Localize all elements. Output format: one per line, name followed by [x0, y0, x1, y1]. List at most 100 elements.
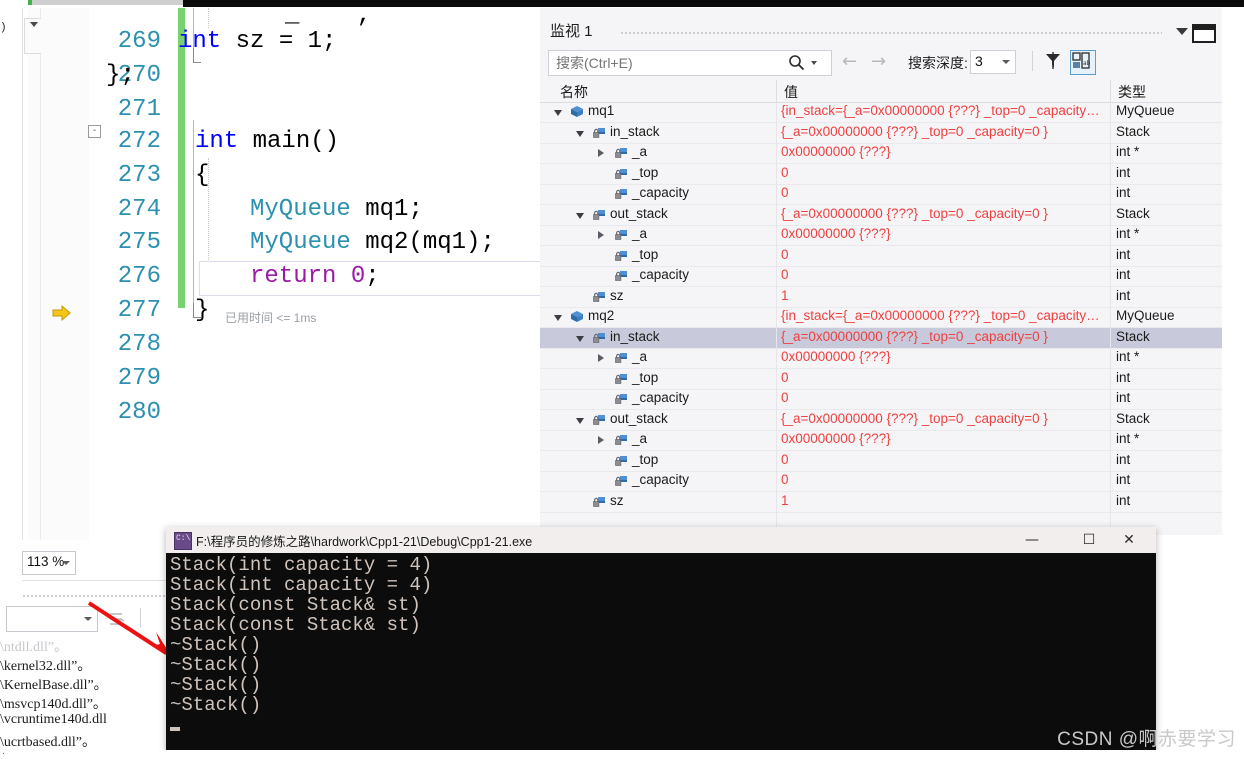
watch-row[interactable]: _capacity 0 int — [540, 266, 1222, 287]
watch-row-value[interactable]: 0 — [781, 165, 1111, 180]
nav-back-icon[interactable]: ← — [842, 51, 857, 72]
column-header-value[interactable]: 值 — [784, 82, 798, 102]
watch-row-value[interactable]: 0 — [781, 185, 1111, 200]
watch-row-value[interactable]: 0 — [781, 370, 1111, 385]
expand-collapse-open-icon[interactable] — [576, 417, 584, 424]
watch-row-name[interactable]: _top — [632, 165, 658, 180]
column-divider[interactable] — [1110, 80, 1111, 102]
watch-row-name[interactable]: _top — [632, 370, 658, 385]
expand-collapse-open-icon[interactable] — [576, 212, 584, 219]
expand-collapse-closed-icon[interactable] — [598, 231, 604, 239]
watch-row-value[interactable]: {_a=0x00000000 {???} _top=0 _capacity=0 … — [781, 329, 1111, 344]
watch-row[interactable]: sz 1 int — [540, 492, 1222, 513]
watch-row[interactable]: out_stack {_a=0x00000000 {???} _top=0 _ca… — [540, 205, 1222, 226]
watch-row-value[interactable]: {_a=0x00000000 {???} _top=0 _capacity=0 … — [781, 206, 1111, 221]
column-divider[interactable] — [776, 80, 777, 102]
watch-row-name[interactable]: _capacity — [632, 185, 689, 200]
watch-row[interactable]: _capacity 0 int — [540, 389, 1222, 410]
zoom-level-selector[interactable]: 113 % — [22, 551, 76, 575]
watch-grid-header[interactable]: 名称 值 类型 — [540, 80, 1222, 103]
watch-row-name[interactable]: mq1 — [588, 103, 614, 118]
watch-row[interactable]: in_stack {_a=0x00000000 {???} _top=0 _cap… — [540, 123, 1222, 144]
watch-row[interactable]: _capacity 0 int — [540, 184, 1222, 205]
expand-collapse-closed-icon[interactable] — [598, 354, 604, 362]
watch-row-value[interactable]: 1 — [781, 288, 1111, 303]
watch-row[interactable]: _top 0 int — [540, 164, 1222, 185]
watch-row-value[interactable]: 0 — [781, 267, 1111, 282]
watch-row-name[interactable]: _top — [632, 452, 658, 467]
filter-pin-button[interactable] — [1042, 50, 1066, 73]
watch-row[interactable]: _a 0x00000000 {???} int * — [540, 430, 1222, 451]
watch-row-name[interactable]: out_stack — [610, 206, 668, 221]
search-icon[interactable] — [788, 54, 805, 76]
console-window[interactable]: C:\ F:\程序员的修炼之路\hardwork\Cpp1-21\Debug\C… — [166, 527, 1156, 752]
console-output[interactable]: Stack(int capacity = 4) Stack(int capacit… — [166, 553, 1156, 752]
watch-row-name[interactable]: _a — [632, 349, 647, 364]
expand-collapse-open-icon[interactable] — [554, 110, 562, 116]
watch-header-dropdown-icon[interactable] — [1176, 28, 1188, 35]
watch-row[interactable]: _a 0x00000000 {???} int * — [540, 348, 1222, 369]
watch-row-value[interactable]: 0 — [781, 472, 1111, 487]
watch-row-value[interactable]: {in_stack={_a=0x00000000 {???} _top=0 _c… — [781, 308, 1111, 323]
watch-rows-container[interactable]: mq1 {in_stack={_a=0x00000000 {???} _top=0… — [540, 102, 1222, 535]
watch-row[interactable]: _a 0x00000000 {???} int * — [540, 225, 1222, 246]
watch-row-value[interactable]: 1 — [781, 493, 1111, 508]
watch-row-value[interactable]: {_a=0x00000000 {???} _top=0 _capacity=0 … — [781, 124, 1111, 139]
watch-row-value[interactable]: 0 — [781, 452, 1111, 467]
chevron-down-icon[interactable] — [1002, 60, 1010, 64]
watch-row[interactable]: _top 0 int — [540, 246, 1222, 267]
watch-row-name[interactable]: _a — [632, 226, 647, 241]
expand-collapse-closed-icon[interactable] — [598, 149, 604, 157]
watch-row-name[interactable]: _a — [632, 431, 647, 446]
editor-glyph-margin[interactable] — [41, 8, 90, 540]
expand-collapse-closed-icon[interactable] — [598, 436, 604, 444]
watch-row[interactable]: mq2 {in_stack={_a=0x00000000 {???} _top=0… — [540, 307, 1222, 328]
watch-row-value[interactable]: 0x00000000 {???} — [781, 144, 1111, 159]
watch-row-name[interactable]: mq2 — [588, 308, 614, 323]
expand-collapse-open-icon[interactable] — [576, 335, 584, 342]
watch-row-value[interactable]: 0x00000000 {???} — [781, 431, 1111, 446]
watch-row[interactable]: mq1 {in_stack={_a=0x00000000 {???} _top=0… — [540, 102, 1222, 123]
watch-row[interactable]: out_stack {_a=0x00000000 {???} _top=0 _ca… — [540, 410, 1222, 431]
watch-row[interactable]: in_stack {_a=0x00000000 {???} _top=0 _cap… — [540, 327, 1222, 349]
watch-row[interactable]: _capacity 0 int — [540, 471, 1222, 492]
expand-collapse-open-icon[interactable] — [576, 130, 584, 137]
watch-row[interactable]: sz 1 int — [540, 287, 1222, 308]
watch-row-name[interactable]: _capacity — [632, 390, 689, 405]
column-header-name[interactable]: 名称 — [560, 82, 588, 102]
column-header-type[interactable]: 类型 — [1118, 82, 1146, 102]
hex-display-toggle-button[interactable]: ab — [1070, 50, 1096, 75]
watch-panel[interactable]: 监视 1 ← → 搜索深度: 3 — [540, 8, 1222, 535]
code-editor[interactable]: ) - 269 270 271 272 273 274 275 276 277 … — [0, 2, 548, 540]
watch-row-name[interactable]: _capacity — [632, 472, 689, 487]
watch-row[interactable]: _top 0 int — [540, 451, 1222, 472]
console-title-bar[interactable]: C:\ F:\程序员的修炼之路\hardwork\Cpp1-21\Debug\C… — [166, 527, 1156, 553]
nav-forward-icon[interactable]: → — [871, 51, 886, 72]
watch-row-name[interactable]: _capacity — [632, 267, 689, 282]
watch-row-name[interactable]: in_stack — [610, 124, 660, 139]
watch-row-value[interactable]: {_a=0x00000000 {???} _top=0 _capacity=0 … — [781, 411, 1111, 426]
close-button[interactable]: ✕ — [1106, 527, 1152, 553]
watch-row-name[interactable]: sz — [610, 493, 624, 508]
watch-row[interactable]: _top 0 int — [540, 369, 1222, 390]
watch-row-name[interactable]: _top — [632, 247, 658, 262]
watch-toolbar[interactable]: ← → 搜索深度: 3 ab — [540, 48, 1222, 78]
search-input[interactable] — [554, 54, 778, 72]
search-depth-selector[interactable]: 3 — [970, 50, 1016, 74]
watch-row-value[interactable]: 0 — [781, 390, 1111, 405]
watch-row-value[interactable]: 0x00000000 {???} — [781, 226, 1111, 241]
search-options-chevron-icon[interactable] — [811, 61, 817, 65]
watch-search-box[interactable] — [548, 50, 832, 76]
watch-row-name[interactable]: out_stack — [610, 411, 668, 426]
watch-row-value[interactable]: {in_stack={_a=0x00000000 {???} _top=0 _c… — [781, 103, 1111, 118]
watch-row-name[interactable]: in_stack — [610, 329, 660, 344]
minimize-button[interactable]: — — [1009, 527, 1055, 553]
watch-dock-window-icon[interactable] — [1192, 24, 1216, 43]
watch-row-name[interactable]: _a — [632, 144, 647, 159]
watch-row[interactable]: _a 0x00000000 {???} int * — [540, 143, 1222, 164]
output-source-selector[interactable] — [6, 606, 98, 632]
expand-collapse-open-icon[interactable] — [554, 315, 562, 321]
chevron-down-icon[interactable] — [62, 561, 70, 565]
watch-row-value[interactable]: 0 — [781, 247, 1111, 262]
watch-row-name[interactable]: sz — [610, 288, 624, 303]
